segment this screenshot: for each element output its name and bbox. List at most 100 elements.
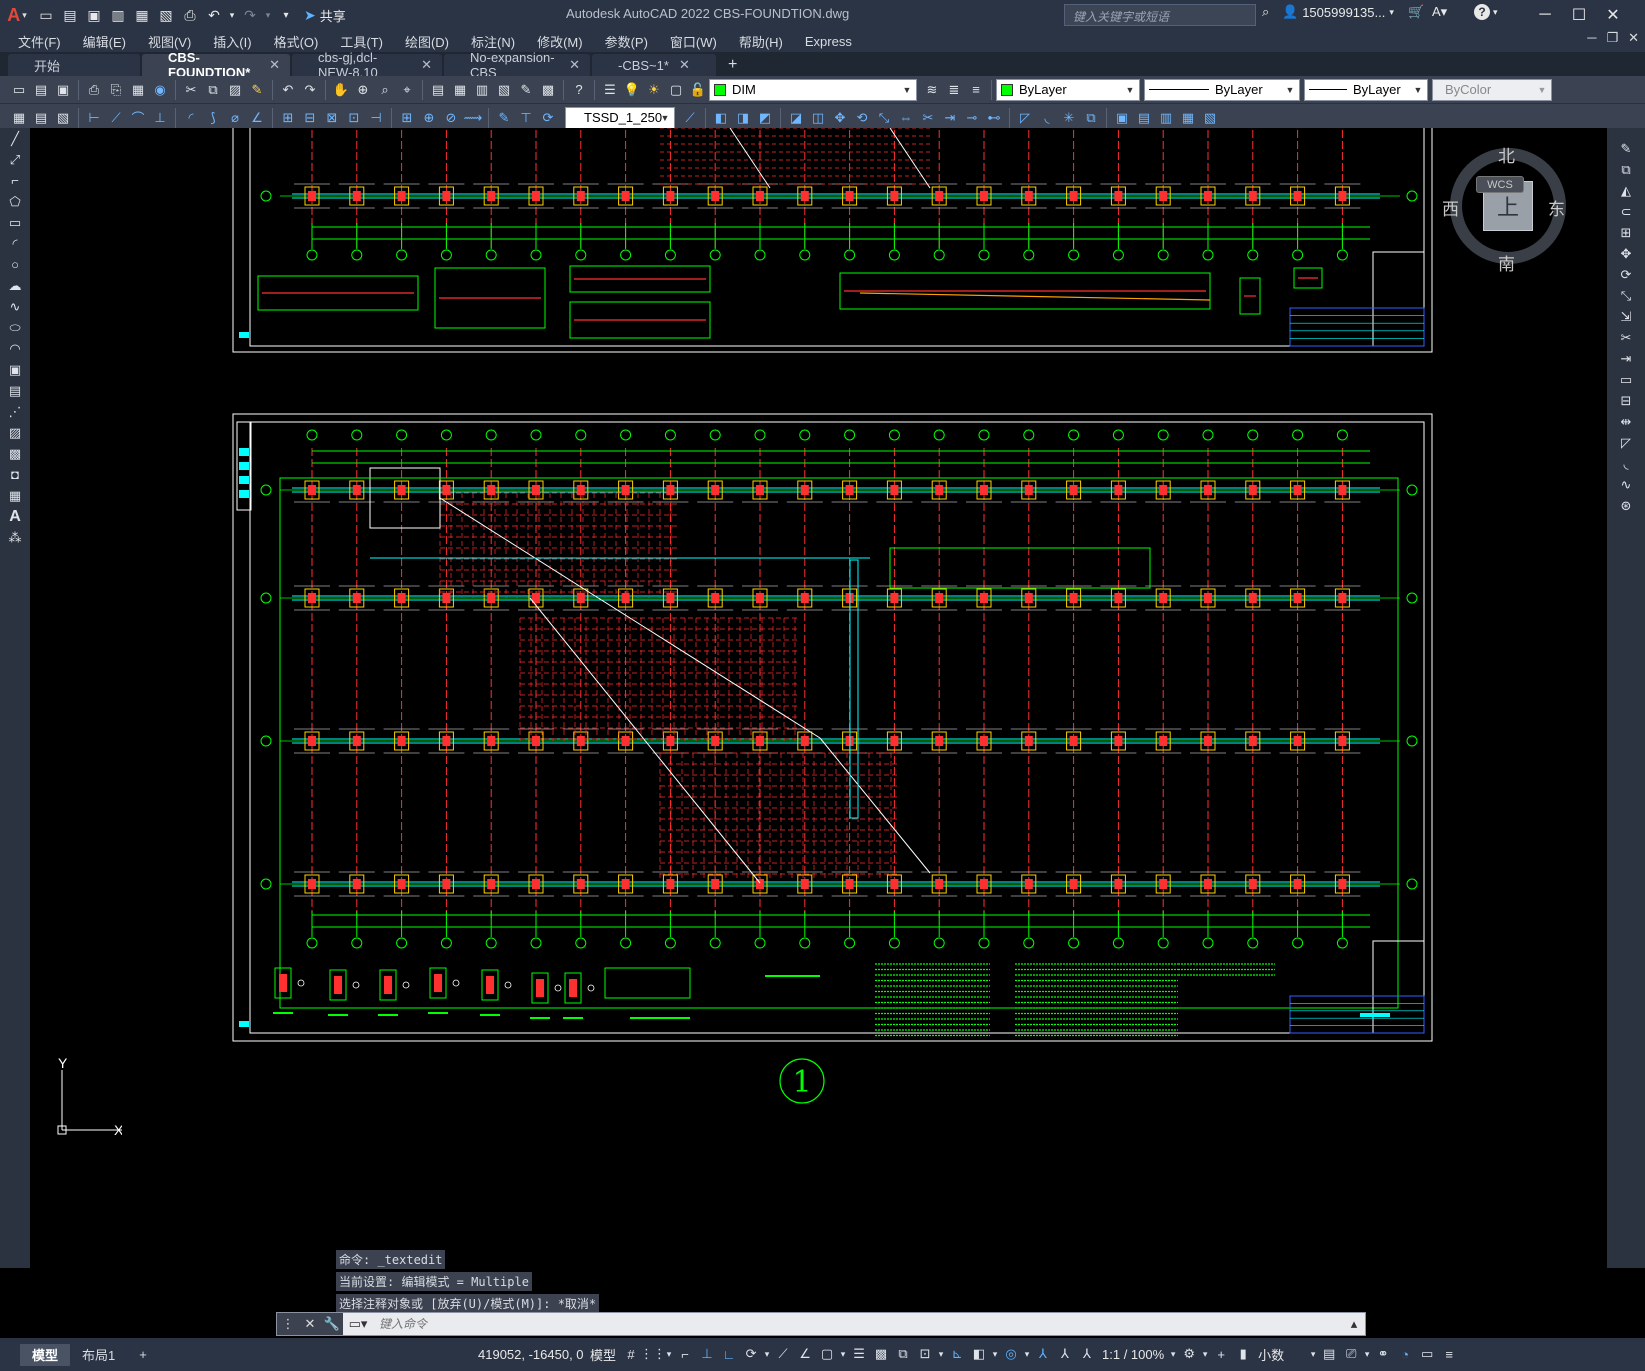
dim-baseline-icon[interactable]: ⊟	[300, 108, 320, 128]
lineweight-dropdown[interactable]: ByLayer ▼	[1304, 78, 1428, 101]
ellipse-icon[interactable]: ⬭	[0, 317, 30, 338]
inspect-icon[interactable]: ⊘	[441, 108, 461, 128]
viewcube[interactable]: 北 南 东 西 上	[1442, 138, 1578, 274]
menu-modify[interactable]: 修改(M)	[537, 32, 583, 51]
search-icon[interactable]: ⌕	[1262, 4, 1269, 20]
dim-radius-icon[interactable]: ◜	[181, 108, 201, 128]
scale-icon[interactable]: ⤡	[1607, 285, 1645, 306]
menu-view[interactable]: 视图(V)	[148, 32, 191, 51]
match-properties-icon[interactable]: ✎	[247, 80, 267, 100]
block-insert-icon[interactable]: ▣	[1112, 108, 1132, 128]
dynamic-input-icon[interactable]: ⊥	[696, 1343, 718, 1365]
doc-minimize-button[interactable]: ─	[1587, 30, 1596, 46]
multiline-text-icon[interactable]: A	[0, 506, 30, 527]
explode-icon[interactable]: ⊛	[1607, 495, 1645, 516]
model-space-canvas[interactable]: 1 北 南 东 西 上	[30, 128, 1607, 1268]
menu-express[interactable]: Express	[805, 34, 852, 49]
redo-dropdown-icon[interactable]: ▾	[263, 4, 273, 26]
units-icon[interactable]: ▮	[1232, 1343, 1254, 1365]
dim-linear-icon[interactable]: ⊢	[84, 108, 104, 128]
annotation-scale[interactable]: 1:1 / 100%	[1098, 1347, 1168, 1362]
menu-insert[interactable]: 插入(I)	[213, 32, 251, 51]
quick-dim-icon[interactable]: ⊞	[278, 108, 298, 128]
minimize-window-button[interactable]: ─	[1528, 0, 1562, 30]
search-input[interactable]: 键入关键字或短语	[1064, 4, 1256, 26]
trim-icon[interactable]: ✂	[918, 108, 938, 128]
move-icon[interactable]: ✥	[830, 108, 850, 128]
chamfer-icon[interactable]: ◸	[1607, 432, 1645, 453]
properties-icon[interactable]: ▤	[428, 80, 448, 100]
snap-icon[interactable]: ⋮⋮	[640, 1343, 666, 1365]
transparency-icon[interactable]: ▩	[870, 1343, 892, 1365]
annotation-monitor-icon[interactable]: +	[1210, 1343, 1232, 1365]
wcs-menu-button[interactable]: WCS	[1476, 176, 1524, 193]
close-tab-icon[interactable]: ✕	[269, 57, 280, 73]
rotate-icon[interactable]: ⟳	[1607, 264, 1645, 285]
center-mark-icon[interactable]: ⊕	[419, 108, 439, 128]
make-current-layer-icon[interactable]: ≋	[922, 80, 942, 100]
tssd-grid-icon[interactable]: ▤	[31, 108, 51, 128]
new-icon[interactable]: ▭	[9, 80, 29, 100]
tool-palettes-icon[interactable]: ▥	[472, 80, 492, 100]
copy-object-icon[interactable]: ◨	[733, 108, 753, 128]
filter-dropdown-icon[interactable]: ▾	[990, 1343, 1000, 1365]
tab-no-expansion[interactable]: No-expansion-CBS ✕	[444, 50, 590, 80]
circle-icon[interactable]: ○	[0, 254, 30, 275]
close-tab-icon[interactable]: ✕	[421, 57, 432, 73]
publish-icon[interactable]: ▦	[128, 80, 148, 100]
dim-update-icon[interactable]: ⟳	[538, 108, 558, 128]
dim-ordinate-icon[interactable]: ⊥	[150, 108, 170, 128]
extend-icon[interactable]: ⇥	[1607, 348, 1645, 369]
save-icon[interactable]: ▣	[53, 80, 73, 100]
close-command-icon[interactable]: ✕	[299, 1313, 321, 1335]
undo-dropdown-icon[interactable]: ▾	[227, 4, 237, 26]
offset-icon[interactable]: ◪	[786, 108, 806, 128]
auto-scale-icon[interactable]: ⅄	[1054, 1343, 1076, 1365]
command-grip-icon[interactable]: ⋮	[277, 1313, 299, 1335]
viewcube-west[interactable]: 西	[1442, 195, 1459, 220]
polyline-icon[interactable]: ⌐	[0, 170, 30, 191]
paste-icon[interactable]: ▨	[225, 80, 245, 100]
extend-icon[interactable]: ⇥	[940, 108, 960, 128]
model-space-toggle[interactable]: 模型	[586, 1345, 620, 1364]
tssd-icon[interactable]: ▦	[9, 108, 29, 128]
zoom-window-icon[interactable]: ⌕	[375, 80, 395, 100]
dim-diameter-icon[interactable]: ⌀	[225, 108, 245, 128]
line-icon[interactable]: ╱	[0, 128, 30, 149]
menu-help[interactable]: 帮助(H)	[739, 32, 783, 51]
selection-cycling-icon[interactable]: ⧉	[892, 1343, 914, 1365]
polar-dropdown-icon[interactable]: ▾	[762, 1343, 772, 1365]
tssd-layer-icon[interactable]: ▧	[53, 108, 73, 128]
undo-icon[interactable]: ↶	[278, 80, 298, 100]
infer-constraints-icon[interactable]: ⌐	[674, 1343, 696, 1365]
user-account[interactable]: 👤 1505999135... ▾	[1282, 4, 1394, 20]
menu-format[interactable]: 格式(O)	[274, 32, 319, 51]
dim-text-edit-icon[interactable]: ⊤	[516, 108, 536, 128]
erase-icon[interactable]: ✎	[1607, 138, 1645, 159]
scale-icon[interactable]: ⤡	[874, 108, 894, 128]
tab-start[interactable]: 开始	[8, 54, 140, 76]
new-tab-button[interactable]: +	[718, 54, 747, 76]
dim-break-icon[interactable]: ⊣	[366, 108, 386, 128]
save-icon[interactable]: ▣	[83, 4, 105, 26]
dim-arc-icon[interactable]: ⌒	[128, 108, 148, 128]
open-folder-icon[interactable]: ▤	[59, 4, 81, 26]
doc-restore-button[interactable]: ❐	[1606, 30, 1618, 46]
viewcube-south[interactable]: 南	[1498, 250, 1515, 275]
erase-icon[interactable]: ◧	[711, 108, 731, 128]
autodesk-app-icon[interactable]: A▾	[1432, 4, 1447, 20]
dim-angular-icon[interactable]: ∠	[247, 108, 267, 128]
pan-icon[interactable]: ✋	[331, 80, 351, 100]
blend-curves-icon[interactable]: ∿	[1607, 474, 1645, 495]
ellipse-arc-icon[interactable]: ◠	[0, 338, 30, 359]
scale-dropdown-icon[interactable]: ▾	[1168, 1343, 1178, 1365]
menu-window[interactable]: 窗口(W)	[670, 32, 717, 51]
insert-block-icon[interactable]: ▣	[0, 359, 30, 380]
break-icon[interactable]: ⊟	[1607, 390, 1645, 411]
markup-icon[interactable]: ✎	[516, 80, 536, 100]
object-snap-icon[interactable]: ▢	[816, 1343, 838, 1365]
tab-cbs-foundtion[interactable]: CBS-FOUNDTION* ✕	[142, 50, 290, 80]
trim-icon[interactable]: ✂	[1607, 327, 1645, 348]
construction-line-icon[interactable]: ⤢	[0, 149, 30, 170]
lineweight-icon[interactable]: ☰	[848, 1343, 870, 1365]
